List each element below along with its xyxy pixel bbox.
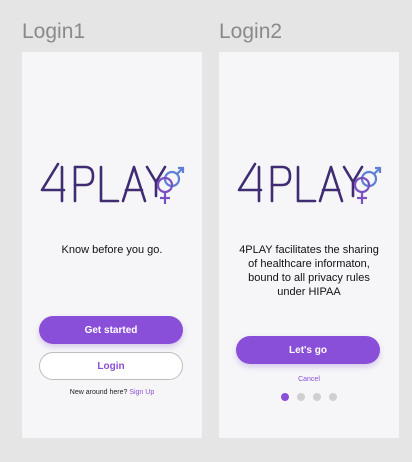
frame-title-login1: Login1 bbox=[22, 20, 86, 43]
screen-login1: Know before you go. Get started Login Ne… bbox=[22, 52, 202, 438]
login-button[interactable]: Login bbox=[39, 352, 183, 380]
pagination-dot[interactable] bbox=[297, 393, 305, 401]
get-started-button[interactable]: Get started bbox=[39, 316, 183, 344]
app-logo bbox=[40, 162, 185, 204]
signup-prompt: New around here? Sign Up bbox=[22, 389, 202, 396]
pagination-dot[interactable] bbox=[329, 393, 337, 401]
lets-go-button[interactable]: Let's go bbox=[236, 336, 380, 364]
pagination-dot[interactable] bbox=[281, 393, 289, 401]
cancel-link[interactable]: Cancel bbox=[219, 376, 399, 383]
tagline: 4PLAY facilitates the sharing of healthc… bbox=[239, 244, 379, 298]
sign-up-link[interactable]: Sign Up bbox=[129, 389, 154, 396]
pagination-dot[interactable] bbox=[313, 393, 321, 401]
pagination-dots bbox=[219, 393, 399, 401]
signup-prompt-text: New around here? bbox=[69, 389, 128, 396]
screen-login2: 4PLAY facilitates the sharing of healthc… bbox=[219, 52, 399, 438]
frame-title-login2: Login2 bbox=[219, 20, 283, 43]
app-logo bbox=[237, 162, 382, 204]
tagline: Know before you go. bbox=[61, 244, 163, 256]
